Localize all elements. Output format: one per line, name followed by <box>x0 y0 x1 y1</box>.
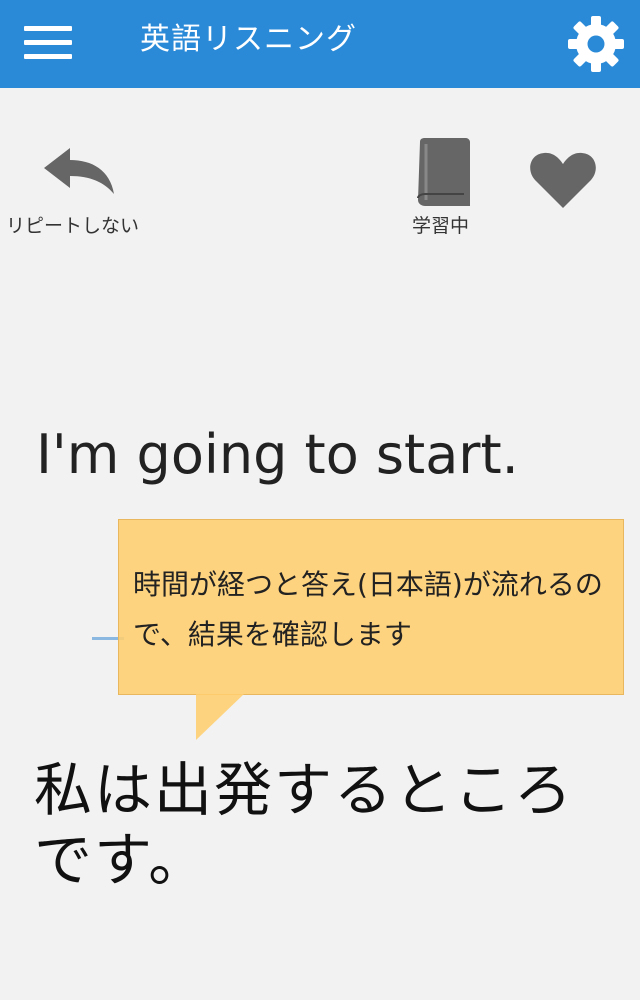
undo-arrow-icon <box>44 148 114 194</box>
favorite-button[interactable] <box>528 150 598 210</box>
gear-icon[interactable] <box>566 14 626 74</box>
menu-bar-line <box>24 40 72 45</box>
japanese-translation: 私は出発するところです。 <box>34 756 575 894</box>
repeat-label: リピートしない <box>6 215 140 237</box>
repeat-button[interactable] <box>40 144 120 204</box>
study-button[interactable] <box>412 136 474 208</box>
heart-icon <box>530 152 596 208</box>
app-title: 英語リスニング <box>140 22 357 57</box>
app-bar: 英語リスニング <box>0 0 640 88</box>
tooltip-tail <box>196 694 244 740</box>
book-icon <box>417 138 470 206</box>
hint-tooltip-text: 時間が経つと答え(日本語)が流れるので、結果を確認します <box>133 568 603 651</box>
study-label: 学習中 <box>412 215 470 237</box>
hint-tooltip: 時間が経つと答え(日本語)が流れるので、結果を確認します <box>118 519 624 695</box>
english-sentence: I'm going to start. <box>36 423 519 486</box>
hamburger-menu-icon[interactable] <box>14 18 80 68</box>
menu-bar-line <box>24 26 72 31</box>
menu-bar-line <box>24 54 72 59</box>
